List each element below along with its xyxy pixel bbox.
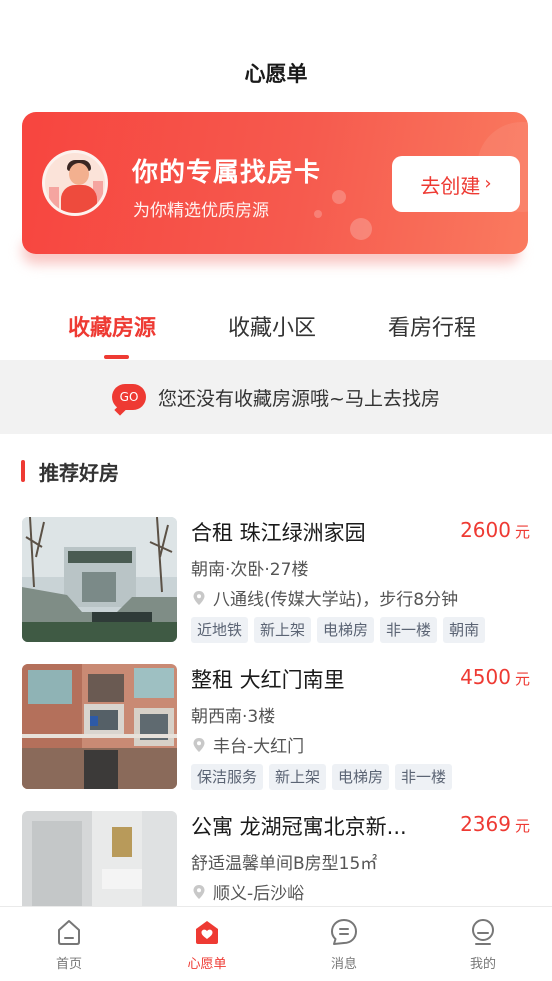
message-icon bbox=[331, 919, 357, 945]
tabbar-label: 心愿单 bbox=[187, 957, 227, 972]
listing-tags: 近地铁 新上架 电梯房 非一楼 朝南 bbox=[191, 617, 486, 643]
home-icon bbox=[58, 920, 80, 945]
tab-viewing-schedule[interactable]: 看房行程 bbox=[388, 310, 476, 342]
tabbar-label: 首页 bbox=[55, 957, 82, 972]
page-title: 心愿单 bbox=[244, 62, 308, 86]
create-card-button[interactable]: 去创建 › bbox=[392, 156, 520, 212]
promo-card-container: 你的专属找房卡 为你精选优质房源 去创建 › bbox=[12, 112, 530, 264]
listing-title: 公寓 龙湖冠寓北京新... bbox=[191, 815, 407, 839]
create-card-label: 去创建 bbox=[420, 173, 481, 198]
empty-favorites-text: 您还没有收藏房源哦~马上去找房 bbox=[158, 387, 440, 410]
tag: 非一楼 bbox=[380, 617, 438, 643]
listing-photo bbox=[22, 664, 177, 789]
listing-card[interactable]: 整租 大红门南里 4500 元 朝西南·3楼 丰台-大红门 保洁服务 新上架 电梯… bbox=[22, 664, 532, 790]
go-badge-icon: GO bbox=[112, 384, 147, 410]
bottom-tab-bar: 首页 心愿单 消息 我的 bbox=[0, 906, 552, 981]
active-tab-indicator bbox=[104, 355, 129, 359]
tabbar-home[interactable]: 首页 bbox=[29, 917, 109, 972]
location-text: 八通线(传媒大学站)，步行8分钟 bbox=[213, 590, 459, 610]
location-text: 顺义-后沙峪 bbox=[213, 884, 305, 904]
tag: 保洁服务 bbox=[191, 764, 264, 790]
tag: 新上架 bbox=[254, 617, 312, 643]
tag: 新上架 bbox=[269, 764, 327, 790]
tabbar-wishlist[interactable]: 心愿单 bbox=[167, 917, 247, 972]
tag: 非一楼 bbox=[395, 764, 453, 790]
listing-photo bbox=[22, 517, 177, 642]
listing-desc: 舒适温馨单间B房型15㎡ bbox=[191, 854, 378, 874]
location-pin-icon bbox=[193, 737, 205, 752]
price-value: 4500 bbox=[460, 665, 511, 689]
tab-saved-listings[interactable]: 收藏房源 bbox=[68, 310, 156, 342]
price-unit: 元 bbox=[514, 817, 530, 835]
listing-price: 2369 元 bbox=[460, 812, 530, 836]
listing-desc: 朝南·次卧·27楼 bbox=[191, 560, 309, 580]
decor-bubble bbox=[350, 218, 372, 240]
recommended-section-header: 推荐好房 bbox=[21, 456, 119, 486]
chevron-right-icon: › bbox=[484, 172, 492, 194]
promo-subtitle: 为你精选优质房源 bbox=[133, 201, 269, 221]
tab-saved-communities[interactable]: 收藏小区 bbox=[228, 310, 316, 342]
price-value: 2369 bbox=[460, 812, 511, 836]
listing-tags: 保洁服务 新上架 电梯房 非一楼 bbox=[191, 764, 453, 790]
favorites-tabs: 收藏房源 收藏小区 看房行程 bbox=[0, 300, 552, 360]
promo-card[interactable]: 你的专属找房卡 为你精选优质房源 去创建 › bbox=[22, 112, 528, 254]
price-unit: 元 bbox=[514, 670, 530, 688]
location-pin-icon bbox=[193, 884, 205, 899]
promo-title: 你的专属找房卡 bbox=[132, 158, 322, 188]
price-unit: 元 bbox=[514, 523, 530, 541]
listing-card[interactable]: 合租 珠江绿洲家园 2600 元 朝南·次卧·27楼 八通线(传媒大学站)，步行8… bbox=[22, 517, 532, 643]
listing-price: 4500 元 bbox=[460, 665, 530, 689]
price-value: 2600 bbox=[460, 518, 511, 542]
tag: 电梯房 bbox=[332, 764, 390, 790]
profile-icon bbox=[472, 919, 494, 945]
listing-desc: 朝西南·3楼 bbox=[191, 707, 276, 727]
tabbar-messages[interactable]: 消息 bbox=[304, 917, 384, 972]
section-accent-bar bbox=[21, 460, 25, 482]
listing-title: 合租 珠江绿洲家园 bbox=[191, 521, 366, 545]
location-text: 丰台-大红门 bbox=[213, 737, 305, 757]
location-pin-icon bbox=[193, 590, 205, 605]
listing-location: 顺义-后沙峪 bbox=[191, 879, 304, 904]
empty-favorites-banner[interactable]: GO 您还没有收藏房源哦~马上去找房 bbox=[0, 360, 552, 434]
page-header: 心愿单 bbox=[0, 0, 552, 108]
listing-price: 2600 元 bbox=[460, 518, 530, 542]
decor-bubble bbox=[332, 190, 346, 204]
listing-location: 八通线(传媒大学站)，步行8分钟 bbox=[191, 585, 458, 610]
listing-title: 整租 大红门南里 bbox=[191, 668, 345, 692]
section-title: 推荐好房 bbox=[39, 460, 119, 485]
listing-location: 丰台-大红门 bbox=[191, 732, 304, 757]
tag: 朝南 bbox=[443, 617, 486, 643]
agent-avatar bbox=[42, 150, 108, 216]
wishlist-heart-icon bbox=[196, 921, 218, 944]
tag: 近地铁 bbox=[191, 617, 249, 643]
decor-bubble bbox=[314, 210, 322, 218]
tabbar-profile[interactable]: 我的 bbox=[443, 917, 523, 972]
tag: 电梯房 bbox=[317, 617, 375, 643]
tabbar-label: 消息 bbox=[330, 957, 357, 972]
tabbar-label: 我的 bbox=[469, 957, 496, 972]
